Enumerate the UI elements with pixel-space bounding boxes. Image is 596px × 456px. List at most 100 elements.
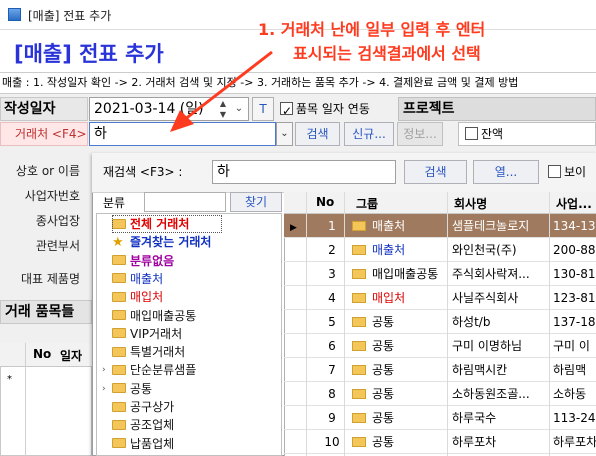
category-node[interactable]: 매입처 [112,288,163,306]
category-node[interactable]: ★ 즐겨찾는 거래처 [112,233,211,251]
row-company: 주식회사락져... [452,267,530,281]
row-company: 하루국수 [452,411,497,425]
row-no: 9 [328,411,336,425]
row-company: 하루포차 [452,435,497,449]
project-label: 프로젝트 [398,97,596,121]
folder-icon [112,383,126,394]
checkbox-icon[interactable] [465,127,478,140]
row-group: 매입처 [352,286,405,310]
row-no: 1 [328,219,336,233]
category-node[interactable]: › 단순분류샘플 [102,361,196,379]
row-group-label: 매출처 [372,243,406,257]
category-node[interactable]: 특별거래처 [112,343,185,361]
folder-icon [352,244,366,255]
folder-icon [352,340,366,351]
checkbox-icon[interactable] [280,100,293,122]
row-no: 7 [328,363,336,377]
category-node-label: 매입매출공통 [130,308,197,323]
category-node[interactable]: 공구상가 [112,398,174,416]
row-no: 10 [324,435,340,449]
category-node-label: VIP거래처 [130,326,183,341]
category-node[interactable]: 납품업체 [112,435,174,453]
popup-search-button[interactable]: 검색 [404,160,467,184]
grid-divider [306,192,307,456]
row-bizno: 113-24- [553,411,596,425]
biz-type-label: 종사업장 [35,214,80,228]
dept-label: 관련부서 [35,239,80,253]
row-group-label: 매출처 [372,219,406,233]
folder-icon [352,316,366,327]
item-date-link-label: 품목 일자 연동 [296,102,370,116]
customer-info-button[interactable]: 정보... [397,122,443,146]
app-icon [8,8,21,21]
row-company: 하성t/b [452,315,491,329]
row-bizno: 123-81- [553,291,596,305]
folder-icon [112,346,126,357]
category-node[interactable]: VIP거래처 [112,325,182,343]
annotation-line-1: 1. 거래처 난에 일부 입력 후 엔터 [258,20,486,39]
category-node[interactable]: 분류없음 [112,252,174,270]
col-company[interactable]: 회사명 [454,195,487,212]
row-company: 샘플테크놀로지 [452,219,530,233]
new-row-marker: * [7,374,12,385]
star-icon: ★ [112,235,124,251]
category-node[interactable]: 매출처 [112,270,163,288]
expand-icon[interactable]: › [102,380,106,398]
row-bizno: 200-88- [553,243,596,257]
items-grid-divider [25,343,26,456]
category-node-label: 납품업체 [130,436,175,451]
customer-search-button[interactable]: 검색 [295,122,340,146]
folder-icon [112,419,126,430]
customer-new-button[interactable]: 신규... [344,122,394,146]
app-window: [매출] 전표 추가 [매출] 전표 추가 1. 거래처 난에 일부 입력 후 … [0,0,596,456]
category-filter-input[interactable] [144,192,226,212]
col-group[interactable]: 그룹 [356,195,378,212]
row-bizno: 하루포차 [553,435,596,449]
folder-icon [352,268,366,279]
research-input[interactable]: 하 [212,160,396,184]
category-node[interactable]: › 공통 [102,380,153,398]
customer-label: 거래처 <F4> [0,122,88,146]
research-label: 재검색 <F3> : [103,165,183,179]
row-no: 2 [328,243,336,257]
checkbox-icon[interactable] [548,165,561,178]
row-no: 3 [328,267,336,281]
folder-icon [112,273,126,284]
col-bizno[interactable]: 사업... [556,195,592,212]
category-node-label: 공구상가 [130,400,175,414]
row-no: 8 [328,387,336,401]
deal-items-header: 거래 품목들 [0,300,92,324]
folder-icon [112,291,126,302]
expand-icon[interactable]: › [102,361,106,379]
show-checkbox[interactable]: 보이 [548,163,586,180]
show-label: 보이 [564,165,587,179]
balance-checkbox[interactable]: 잔액 [458,122,596,146]
row-pointer-icon: ▶ [290,223,297,233]
category-node[interactable]: 매입매출공통 [112,307,196,325]
popup-columns-button[interactable]: 열... [473,160,539,184]
grid-divider [344,192,345,456]
category-node-label: 즐겨찾는 거래처 [130,235,212,250]
col-no[interactable]: No [316,195,334,209]
row-group-label: 공통 [372,363,395,377]
folder-icon [112,255,126,266]
row-group-label: 매입매출공통 [372,267,439,281]
contact-label: 상호 or 이름 [15,164,80,178]
category-find-button[interactable]: 찾기 [230,192,282,212]
category-node-label: 매출처 [130,271,164,286]
category-node-label: 특별거래처 [130,345,186,360]
row-company: 소하동원조골... [452,387,530,401]
category-label: 분류 [103,196,126,210]
product-label: 대표 제품명 [20,272,80,286]
category-node-label: 공통 [130,381,153,396]
category-node[interactable]: 공조업체 [112,416,174,434]
category-node-label: 공조업체 [130,418,175,433]
row-group-label: 공통 [372,387,395,401]
grid-divider [447,192,448,456]
row-group: 공통 [352,310,394,334]
row-company: 하림맥시칸 [452,363,508,377]
item-date-link-checkbox[interactable]: 품목 일자 연동 [280,98,400,122]
row-group: 공통 [352,430,394,454]
form-title: [매출] 전표 추가 [14,42,164,66]
row-company: 사닐주식회사 [452,291,519,305]
